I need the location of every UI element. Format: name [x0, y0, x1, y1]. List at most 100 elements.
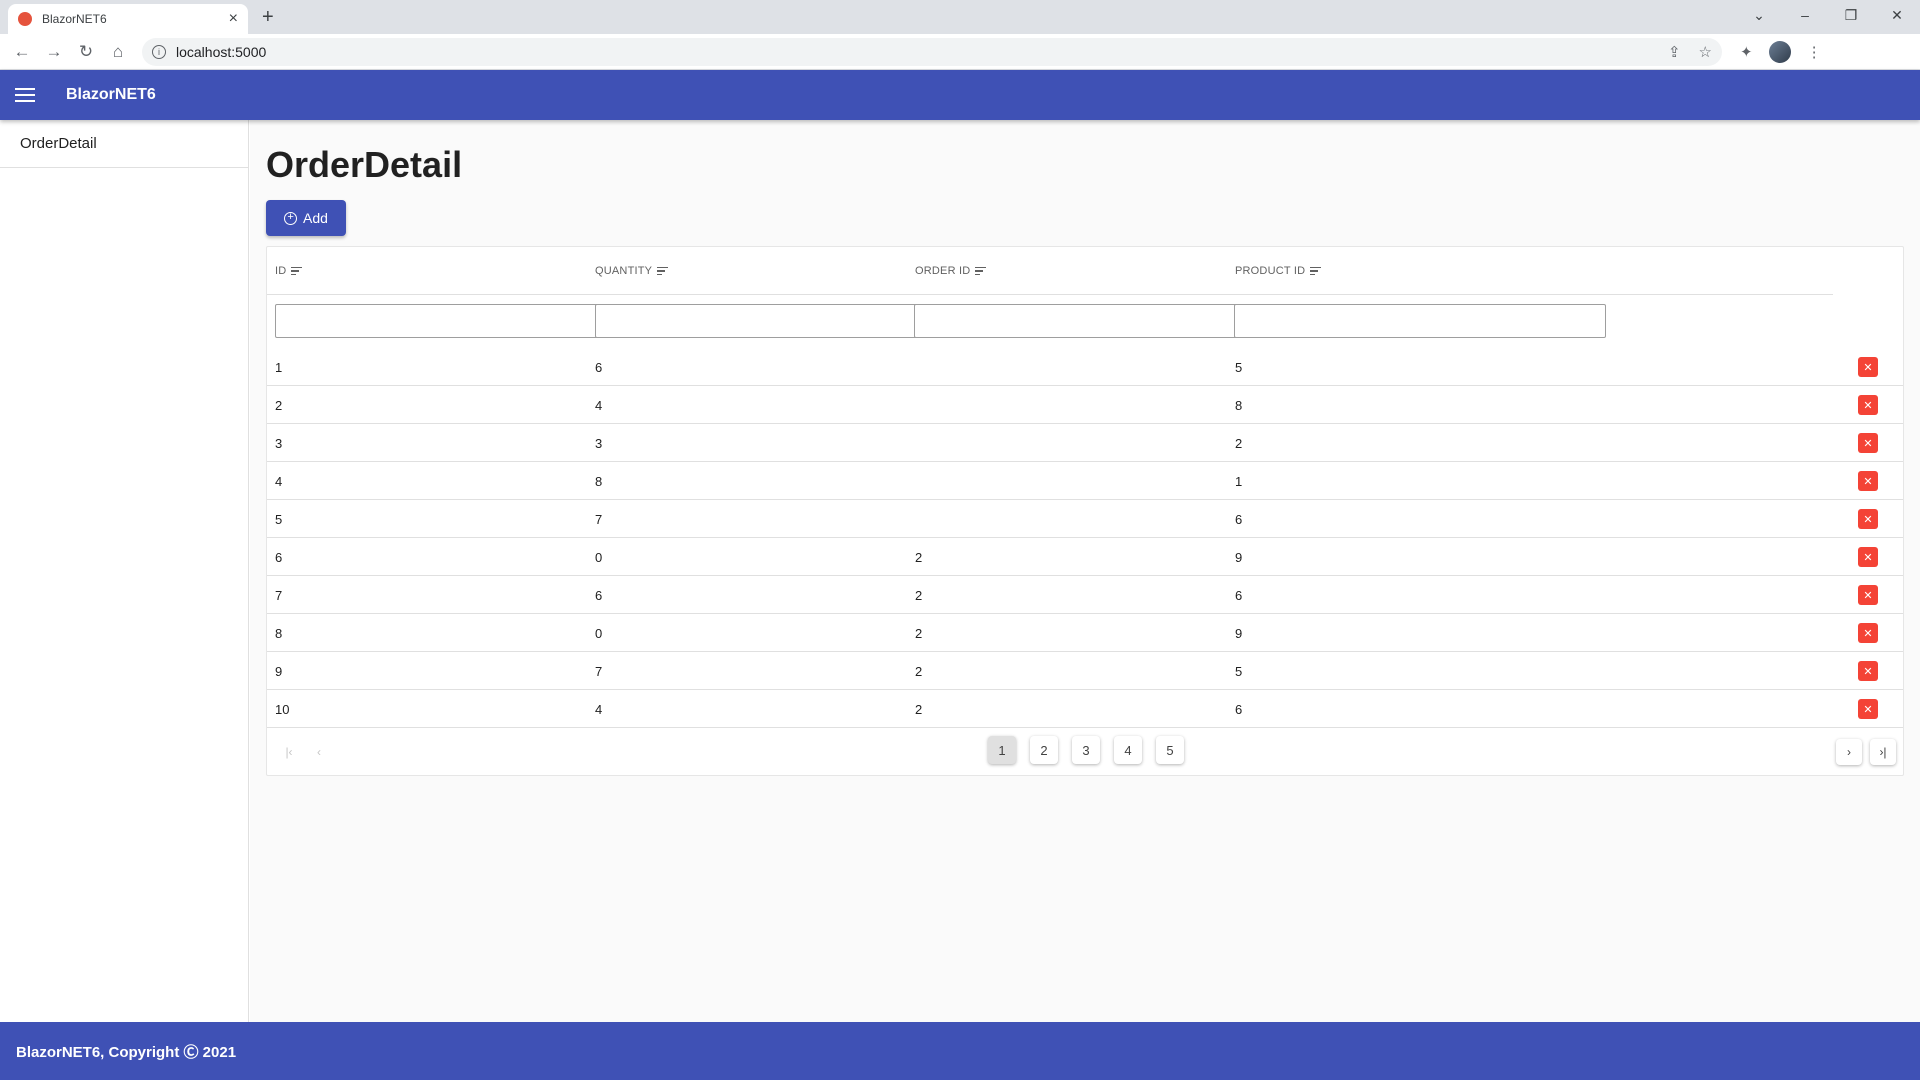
table-row[interactable]: 6 0 2 9 ✕: [267, 538, 1903, 576]
column-header-product-id[interactable]: PRODUCT ID: [1235, 247, 1322, 295]
home-icon[interactable]: ⌂: [102, 42, 134, 62]
profile-avatar[interactable]: [1768, 40, 1791, 63]
sidebar: OrderDetail: [0, 120, 249, 1022]
new-tab-button[interactable]: +: [262, 6, 274, 29]
extensions-icon[interactable]: ✦: [1740, 43, 1753, 61]
cell-order-id: 2: [915, 587, 923, 603]
page-title: OrderDetail: [266, 144, 463, 185]
tab-search-icon[interactable]: ⌄: [1736, 0, 1782, 30]
delete-row-button[interactable]: ✕: [1858, 623, 1878, 643]
grid-header: ID QUANTITY ORDER ID PRODUCT ID: [267, 247, 1833, 295]
column-header-id[interactable]: ID: [275, 247, 303, 295]
first-page-button[interactable]: |‹: [276, 739, 302, 765]
address-bar[interactable]: i localhost:5000 ⇪ ☆: [142, 37, 1722, 66]
sort-icon[interactable]: [975, 265, 987, 278]
menu-icon[interactable]: [15, 84, 35, 106]
column-header-label: ORDER ID: [915, 265, 971, 277]
footer: BlazorNET6, Copyright Ⓒ 2021: [0, 1022, 1920, 1080]
last-page-button[interactable]: ›|: [1870, 739, 1896, 765]
cell-product-id: 9: [1235, 625, 1243, 641]
cell-product-id: 2: [1235, 435, 1243, 451]
cell-quantity: 8: [595, 473, 603, 489]
tab-title: BlazorNET6: [42, 12, 107, 26]
column-header-label: PRODUCT ID: [1235, 265, 1306, 277]
minimize-icon[interactable]: –: [1782, 0, 1828, 30]
cell-quantity: 4: [595, 397, 603, 413]
page-button-4[interactable]: 4: [1114, 736, 1142, 764]
page-button-3[interactable]: 3: [1072, 736, 1100, 764]
cell-product-id: 6: [1235, 587, 1243, 603]
sort-icon[interactable]: [1310, 265, 1322, 278]
filter-input-id[interactable]: [275, 304, 647, 338]
data-grid: ID QUANTITY ORDER ID PRODUCT ID 1 6 5 ✕ 2 4 8 ✕…: [266, 246, 1904, 776]
cell-product-id: 8: [1235, 397, 1243, 413]
cell-id: 1: [275, 359, 283, 375]
table-row[interactable]: 3 3 2 ✕: [267, 424, 1903, 462]
window-controls: ⌄ – ❐ ✕: [1736, 0, 1920, 34]
cell-id: 3: [275, 435, 283, 451]
sidebar-item-orderdetail[interactable]: OrderDetail: [0, 120, 248, 168]
cell-product-id: 6: [1235, 701, 1243, 717]
site-info-icon[interactable]: i: [152, 44, 166, 59]
browser-toolbar: ← → ↻ ⌂ i localhost:5000 ⇪ ☆ ✦ ⋮: [0, 34, 1920, 70]
next-page-button[interactable]: ›: [1836, 739, 1862, 765]
delete-row-button[interactable]: ✕: [1858, 699, 1878, 719]
add-button[interactable]: + Add: [266, 200, 346, 236]
delete-row-button[interactable]: ✕: [1858, 547, 1878, 567]
share-icon[interactable]: ⇪: [1668, 43, 1681, 61]
table-row[interactable]: 7 6 2 6 ✕: [267, 576, 1903, 614]
table-row[interactable]: 9 7 2 5 ✕: [267, 652, 1903, 690]
column-header-order-id[interactable]: ORDER ID: [915, 247, 987, 295]
filter-input-product-id[interactable]: [1234, 304, 1606, 338]
delete-row-button[interactable]: ✕: [1858, 661, 1878, 681]
delete-row-button[interactable]: ✕: [1858, 471, 1878, 491]
browser-menu-icon[interactable]: ⋮: [1807, 43, 1822, 61]
table-row[interactable]: 4 8 1 ✕: [267, 462, 1903, 500]
app-title: BlazorNET6: [66, 86, 156, 103]
cell-order-id: 2: [915, 701, 923, 717]
filter-input-quantity[interactable]: [595, 304, 967, 338]
table-row[interactable]: 2 4 8 ✕: [267, 386, 1903, 424]
cell-quantity: 0: [595, 625, 603, 641]
url-text: localhost:5000: [176, 43, 267, 60]
page-button-2[interactable]: 2: [1030, 736, 1058, 764]
column-header-quantity[interactable]: QUANTITY: [595, 247, 669, 295]
forward-icon[interactable]: →: [38, 42, 70, 62]
filter-input-order-id[interactable]: [914, 304, 1286, 338]
grid-body: 1 6 5 ✕ 2 4 8 ✕ 3 3 2 ✕ 4 8 1 ✕ 5 7 6 ✕ 6 0 2 9 ✕ 7 6 2 6 ✕ 8 0 2 9 ✕ 9 7 2 5 ✕…: [267, 348, 1903, 728]
cell-id: 4: [275, 473, 283, 489]
cell-id: 5: [275, 511, 283, 527]
sort-icon[interactable]: [291, 265, 303, 278]
table-row[interactable]: 1 6 5 ✕: [267, 348, 1903, 386]
delete-row-button[interactable]: ✕: [1858, 395, 1878, 415]
cell-id: 8: [275, 625, 283, 641]
close-window-icon[interactable]: ✕: [1874, 0, 1920, 30]
delete-row-button[interactable]: ✕: [1858, 433, 1878, 453]
prev-page-button[interactable]: ‹: [306, 739, 332, 765]
cell-quantity: 6: [595, 359, 603, 375]
cell-order-id: 2: [915, 625, 923, 641]
table-row[interactable]: 10 4 2 6 ✕: [267, 690, 1903, 728]
page-button-1[interactable]: 1: [988, 736, 1016, 764]
page-button-5[interactable]: 5: [1156, 736, 1184, 764]
cell-id: 7: [275, 587, 283, 603]
restore-icon[interactable]: ❐: [1828, 0, 1874, 30]
cell-quantity: 7: [595, 511, 603, 527]
delete-row-button[interactable]: ✕: [1858, 585, 1878, 605]
reload-icon[interactable]: ↻: [70, 42, 102, 62]
delete-row-button[interactable]: ✕: [1858, 357, 1878, 377]
pager: |‹ ‹ 1 2 3 4 5 › ›|: [267, 733, 1903, 775]
cell-quantity: 6: [595, 587, 603, 603]
sort-icon[interactable]: [657, 265, 669, 278]
back-icon[interactable]: ←: [6, 42, 38, 62]
delete-row-button[interactable]: ✕: [1858, 509, 1878, 529]
cell-id: 10: [275, 701, 290, 717]
browser-tab[interactable]: BlazorNET6 ×: [8, 4, 248, 34]
bookmark-star-icon[interactable]: ☆: [1699, 43, 1712, 61]
table-row[interactable]: 5 7 6 ✕: [267, 500, 1903, 538]
tab-close-icon[interactable]: ×: [229, 10, 238, 28]
column-header-label: ID: [275, 265, 287, 277]
column-header-label: QUANTITY: [595, 265, 653, 277]
table-row[interactable]: 8 0 2 9 ✕: [267, 614, 1903, 652]
browser-tab-bar: BlazorNET6 × + ⌄ – ❐ ✕: [0, 0, 1920, 34]
